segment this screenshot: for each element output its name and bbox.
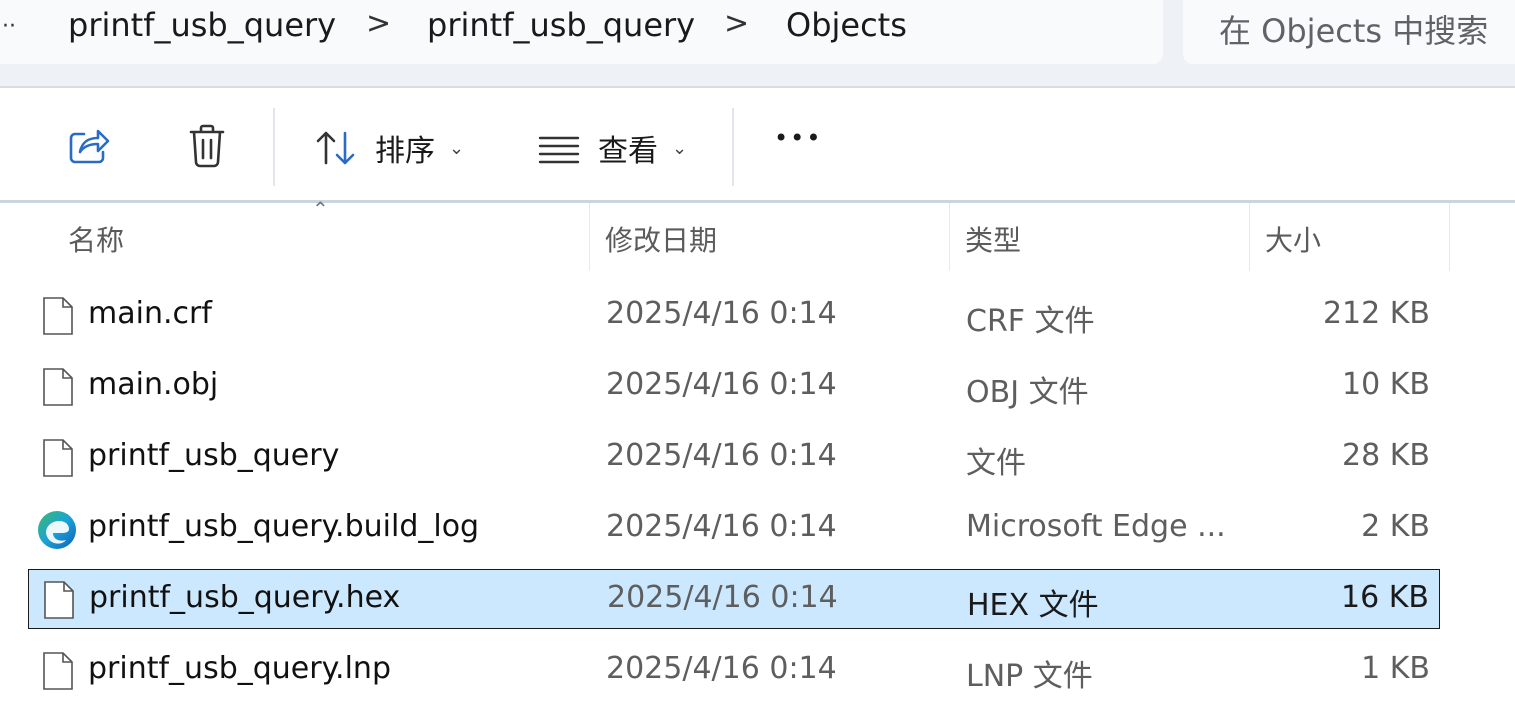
column-header-type[interactable]: 类型 bbox=[965, 219, 1021, 259]
file-date: 2025/4/16 0:14 bbox=[606, 438, 837, 473]
column-resize-handle[interactable] bbox=[1249, 203, 1250, 271]
column-resize-handle[interactable] bbox=[1449, 203, 1450, 271]
file-size: 10 KB bbox=[1342, 367, 1430, 402]
file-name: printf_usb_query.build_log bbox=[88, 509, 480, 544]
breadcrumb-overflow[interactable]: ·· bbox=[2, 14, 16, 39]
file-name: printf_usb_query.lnp bbox=[88, 651, 391, 686]
share-icon bbox=[69, 129, 110, 164]
file-name: main.obj bbox=[88, 367, 219, 402]
file-date: 2025/4/16 0:14 bbox=[606, 296, 837, 331]
file-date: 2025/4/16 0:14 bbox=[606, 651, 837, 686]
column-resize-handle[interactable] bbox=[589, 203, 590, 271]
sort-icon bbox=[316, 131, 355, 165]
chevron-right-icon[interactable]: > bbox=[724, 6, 749, 41]
file-icon bbox=[43, 368, 73, 406]
column-header-name[interactable]: 名称 bbox=[68, 219, 124, 259]
sort-button[interactable]: 排序 ⌄ bbox=[315, 126, 464, 170]
chevron-down-icon: ⌄ bbox=[449, 137, 465, 159]
file-row[interactable]: printf_usb_query 2025/4/16 0:14 文件 28 KB bbox=[28, 428, 1440, 488]
file-date: 2025/4/16 0:14 bbox=[606, 367, 837, 402]
file-size: 1 KB bbox=[1361, 651, 1430, 686]
file-icon bbox=[43, 652, 73, 690]
view-button[interactable]: 查看 ⌄ bbox=[538, 126, 687, 170]
file-row[interactable]: main.crf 2025/4/16 0:14 CRF 文件 212 KB bbox=[28, 286, 1440, 346]
edge-icon bbox=[38, 511, 76, 549]
file-name: main.crf bbox=[88, 296, 212, 331]
breadcrumb-item[interactable]: printf_usb_query bbox=[427, 6, 695, 44]
sort-ascending-icon: ⌃ bbox=[312, 197, 329, 221]
column-header-size[interactable]: 大小 bbox=[1265, 219, 1321, 259]
file-type: HEX 文件 bbox=[967, 588, 1099, 623]
chevron-right-icon[interactable]: > bbox=[366, 6, 391, 41]
column-resize-handle[interactable] bbox=[949, 203, 950, 271]
chevron-down-icon: ⌄ bbox=[672, 137, 688, 159]
file-name: printf_usb_query bbox=[88, 438, 340, 473]
file-name: printf_usb_query.hex bbox=[89, 580, 401, 615]
address-bar-region: ·· printf_usb_query > printf_usb_query >… bbox=[0, 0, 1515, 86]
delete-button[interactable] bbox=[188, 124, 226, 168]
file-type: LNP 文件 bbox=[966, 659, 1093, 694]
command-bar: 排序 ⌄ 查看 ⌄ ••• bbox=[0, 88, 1515, 200]
breadcrumb-item[interactable]: printf_usb_query bbox=[68, 6, 336, 44]
file-size: 16 KB bbox=[1341, 580, 1429, 615]
trash-icon bbox=[189, 124, 225, 168]
file-size: 2 KB bbox=[1361, 509, 1430, 544]
more-options-button[interactable]: ••• bbox=[774, 124, 822, 152]
share-button[interactable] bbox=[68, 126, 110, 166]
more-icon: ••• bbox=[774, 124, 823, 152]
toolbar-separator bbox=[732, 108, 734, 186]
file-type: CRF 文件 bbox=[966, 304, 1095, 339]
sort-label: 排序 bbox=[375, 134, 435, 169]
column-header-date[interactable]: 修改日期 bbox=[605, 219, 717, 259]
file-date: 2025/4/16 0:14 bbox=[607, 580, 838, 615]
list-view-icon bbox=[538, 136, 580, 164]
view-label: 查看 bbox=[598, 134, 658, 169]
file-row-selected[interactable]: printf_usb_query.hex 2025/4/16 0:14 HEX … bbox=[28, 569, 1440, 629]
toolbar-separator bbox=[273, 108, 275, 186]
file-icon bbox=[44, 581, 74, 619]
file-size: 212 KB bbox=[1322, 296, 1430, 331]
file-size: 28 KB bbox=[1342, 438, 1430, 473]
file-date: 2025/4/16 0:14 bbox=[606, 509, 837, 544]
address-bar[interactable]: ·· printf_usb_query > printf_usb_query >… bbox=[0, 0, 1163, 64]
file-row[interactable]: main.obj 2025/4/16 0:14 OBJ 文件 10 KB bbox=[28, 357, 1440, 417]
file-type: OBJ 文件 bbox=[966, 375, 1089, 410]
file-row[interactable]: printf_usb_query.lnp 2025/4/16 0:14 LNP … bbox=[28, 641, 1440, 701]
breadcrumb-item-current[interactable]: Objects bbox=[786, 6, 907, 44]
file-type: 文件 bbox=[966, 446, 1026, 481]
column-header-row: ⌃ 名称 修改日期 类型 大小 bbox=[0, 197, 1515, 271]
search-box[interactable]: 在 Objects 中搜索 bbox=[1183, 0, 1515, 64]
file-type: Microsoft Edge ... bbox=[966, 509, 1226, 544]
file-icon bbox=[43, 297, 73, 335]
file-icon bbox=[43, 439, 73, 477]
file-row[interactable]: printf_usb_query.build_log 2025/4/16 0:1… bbox=[28, 499, 1440, 559]
search-input[interactable]: 在 Objects 中搜索 bbox=[1219, 6, 1488, 52]
